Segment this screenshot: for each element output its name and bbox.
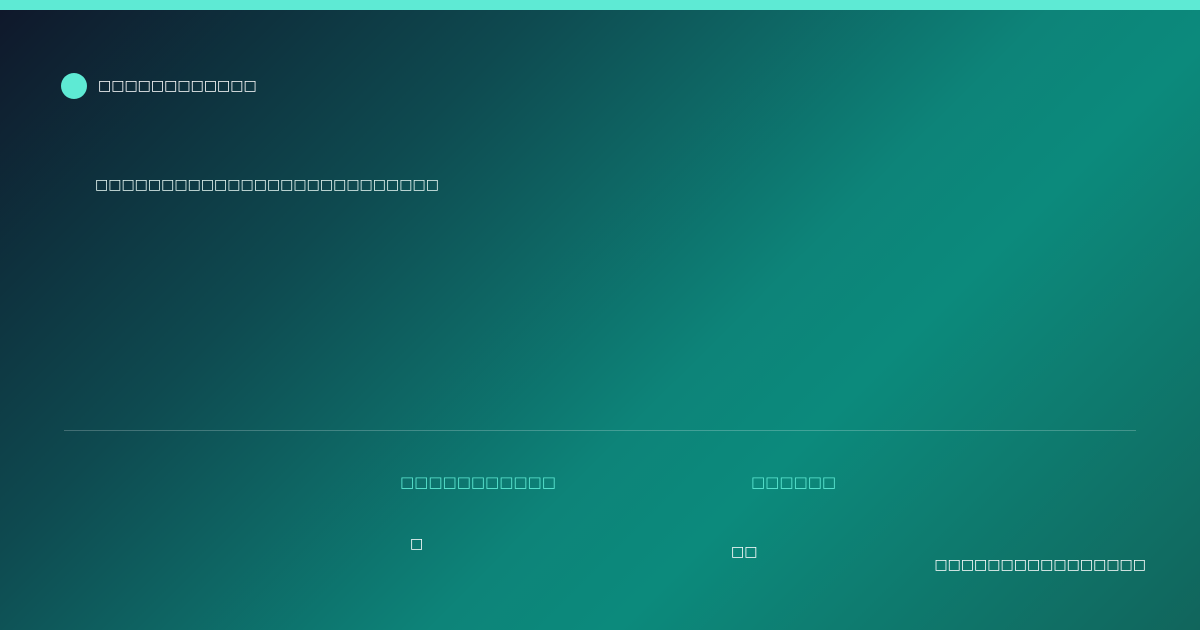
stat-label-1: □□□□□□□□□□□ xyxy=(400,473,556,491)
top-accent-bar xyxy=(0,0,1200,10)
footer-text: □□□□□□□□□□□□□□□□ xyxy=(934,557,1146,573)
headline-text: □□□□□□□□□□□□□□□□□□□□□□□□□□ xyxy=(95,177,439,193)
stat-value-1: □ xyxy=(410,536,424,552)
brand: □□□□□□□□□□□□ xyxy=(61,73,257,99)
brand-name: □□□□□□□□□□□□ xyxy=(98,78,257,94)
divider xyxy=(64,430,1136,431)
brand-logo-dot xyxy=(61,73,87,99)
stat-value-2: □□ xyxy=(731,544,758,560)
stat-label-2: □□□□□□ xyxy=(751,473,837,491)
